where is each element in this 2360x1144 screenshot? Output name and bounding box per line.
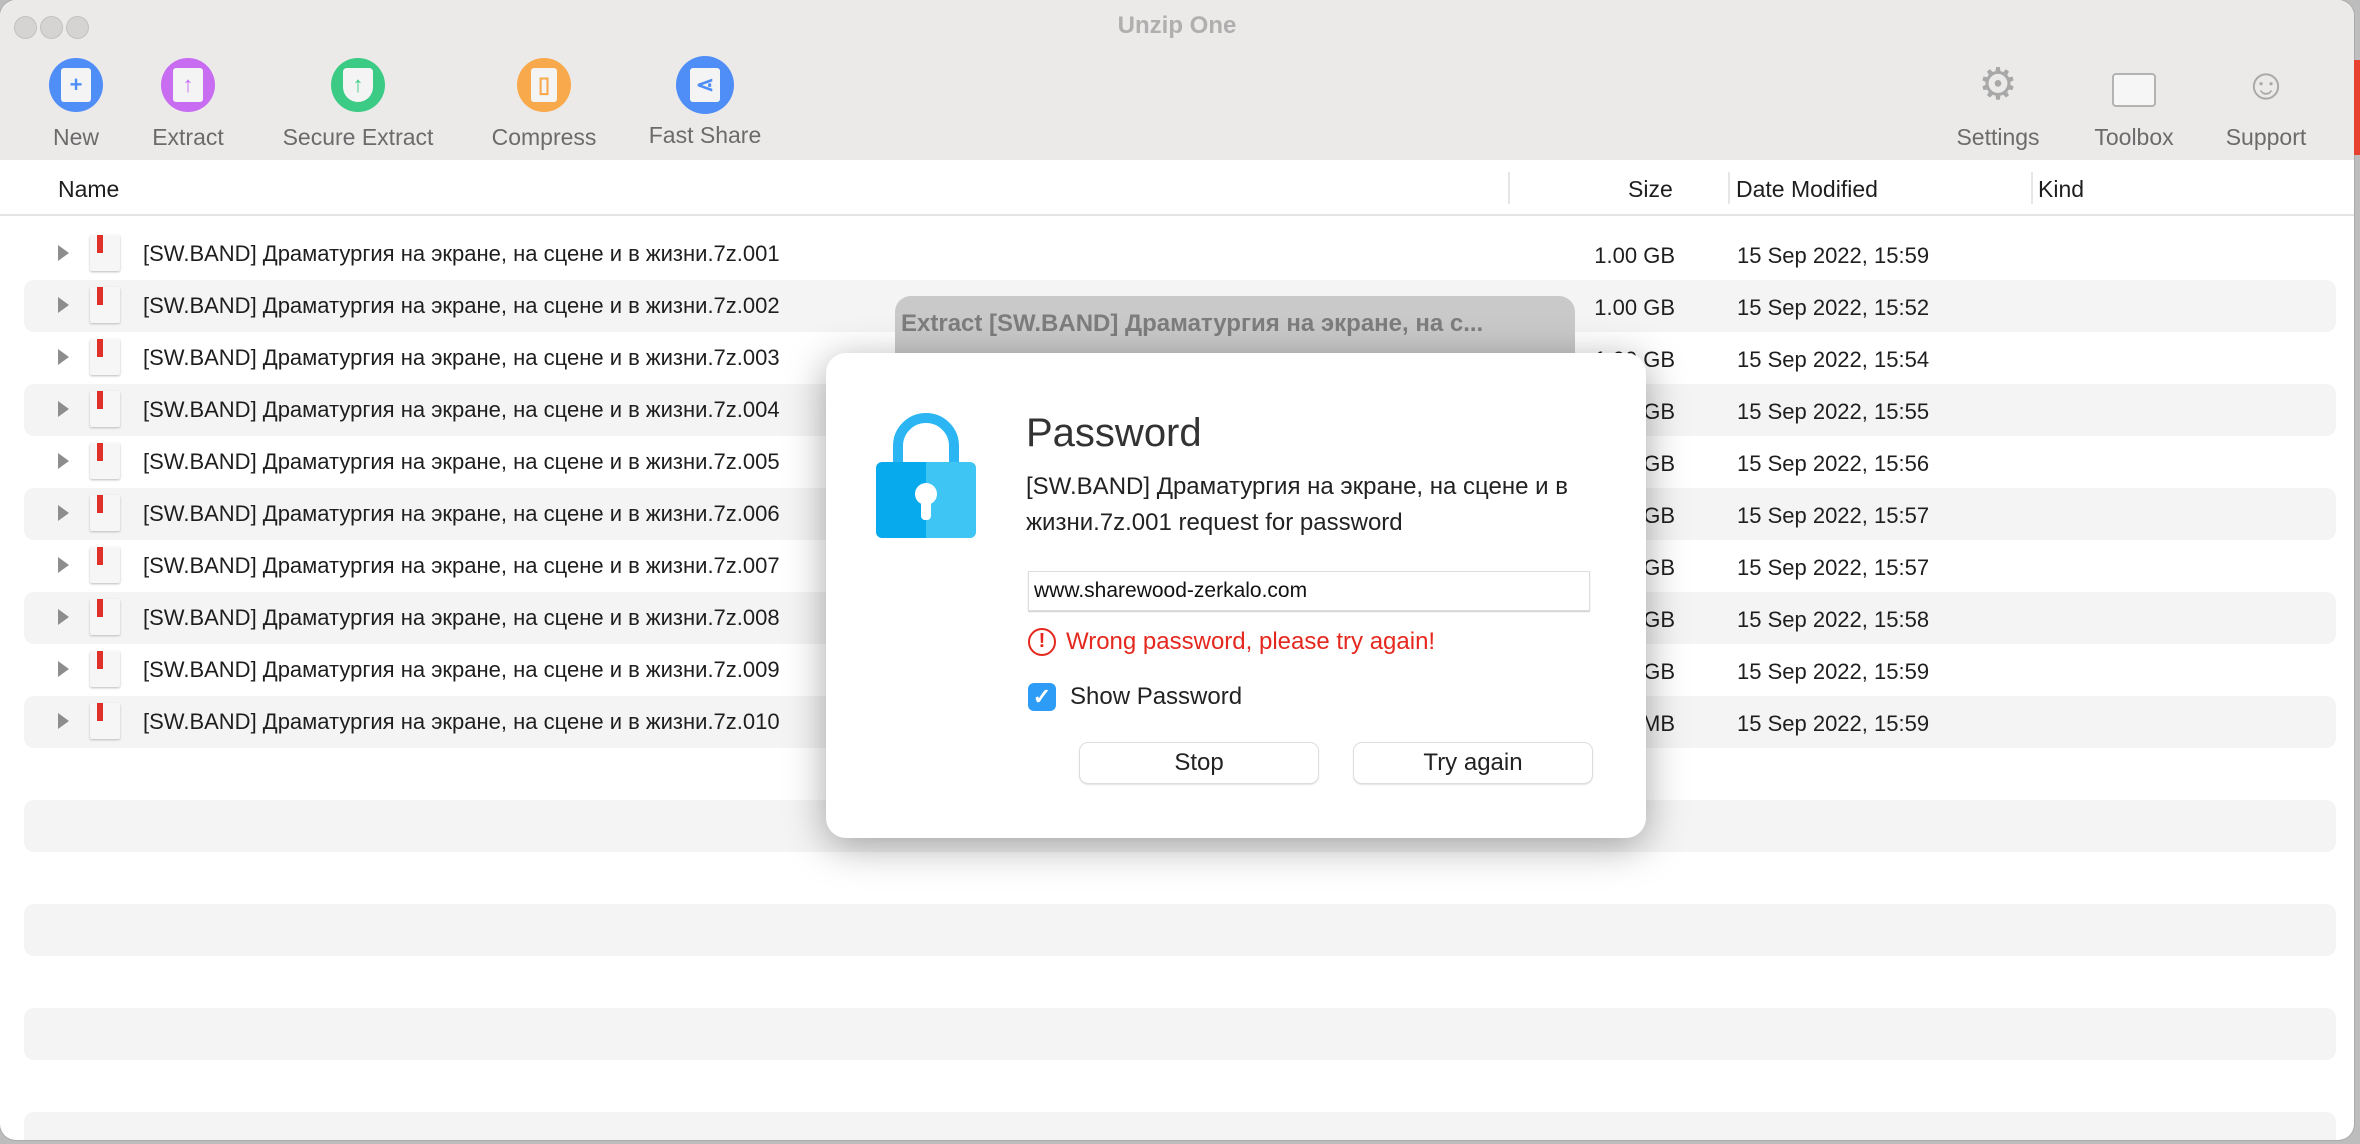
toolbox-button[interactable]: Toolbox	[2086, 58, 2182, 151]
fast-share-label: Fast Share	[648, 122, 762, 148]
file-date: 15 Sep 2022, 15:52	[1737, 295, 1930, 320]
file-date: 15 Sep 2022, 15:59	[1737, 659, 1930, 684]
compress-button[interactable]: ▯ Compress	[482, 58, 606, 151]
show-password-label: Show Password	[1070, 683, 1243, 710]
dialog-message: [SW.BAND] Драматургия на экране, на сцен…	[1026, 473, 1568, 536]
disclosure-triangle-icon[interactable]	[58, 297, 69, 313]
extract-button[interactable]: ↑ Extract	[140, 58, 236, 151]
new-button[interactable]: + New	[38, 58, 114, 151]
empty-row	[24, 956, 2336, 1008]
title-toolbar: Unzip One + New ↑ Extract ↑ Secure Extra…	[0, 0, 2354, 160]
file-name: [SW.BAND] Драматургия на экране, на сцен…	[143, 345, 780, 370]
file-name: [SW.BAND] Драматургия на экране, на сцен…	[143, 605, 780, 630]
file-date: 15 Sep 2022, 15:59	[1737, 711, 1930, 736]
compress-label: Compress	[491, 124, 597, 150]
file-date: 15 Sep 2022, 15:57	[1737, 503, 1930, 528]
file-name: [SW.BAND] Драматургия на экране, на сцен…	[143, 449, 780, 474]
zip-file-icon	[90, 547, 120, 583]
zip-file-icon	[90, 651, 120, 687]
file-date: 15 Sep 2022, 15:56	[1737, 451, 1930, 476]
zip-file-icon	[90, 391, 120, 427]
column-date-modified[interactable]: Date Modified	[1736, 176, 1878, 203]
error-message: ! Wrong password, please try again!	[1028, 628, 1435, 656]
disclosure-triangle-icon[interactable]	[58, 661, 69, 677]
file-date: 15 Sep 2022, 15:55	[1737, 399, 1930, 424]
dialog-title: Password	[1026, 411, 1202, 455]
support-label: Support	[2225, 124, 2307, 150]
file-size: 1.00 GB	[1594, 243, 1675, 268]
support-button[interactable]: ☺ Support	[2216, 58, 2316, 151]
extract-label: Extract	[152, 124, 224, 150]
file-name: [SW.BAND] Драматургия на экране, на сцен…	[143, 657, 780, 682]
fast-share-button[interactable]: ⋖ Fast Share	[640, 56, 770, 149]
zip-file-icon	[90, 287, 120, 323]
empty-row	[24, 852, 2336, 904]
settings-button[interactable]: ⚙ Settings	[1944, 58, 2052, 151]
file-row[interactable]: [SW.BAND] Драматургия на экране, на сцен…	[24, 228, 2336, 280]
file-name: [SW.BAND] Драматургия на экране, на сцен…	[143, 553, 780, 578]
fast-share-icon: ⋖	[676, 56, 734, 114]
column-divider[interactable]	[1728, 172, 1730, 204]
checkmark-icon[interactable]: ✓	[1028, 683, 1056, 711]
empty-row	[24, 1112, 2336, 1140]
stop-button[interactable]: Stop	[1080, 743, 1318, 783]
window-title: Unzip One	[1117, 12, 1237, 39]
file-date: 15 Sep 2022, 15:59	[1737, 243, 1930, 268]
file-name: [SW.BAND] Драматургия на экране, на сцен…	[143, 709, 780, 734]
zip-file-icon	[90, 339, 120, 375]
empty-row	[24, 904, 2336, 956]
show-password-checkbox[interactable]: ✓ Show Password	[1028, 683, 1242, 711]
file-name: [SW.BAND] Драматургия на экране, на сцен…	[143, 241, 780, 266]
try-again-button[interactable]: Try again	[1354, 743, 1592, 783]
error-alert-icon: !	[1028, 628, 1056, 656]
zip-file-icon	[90, 495, 120, 531]
new-label: New	[52, 124, 99, 150]
column-name[interactable]: Name	[58, 176, 119, 203]
disclosure-triangle-icon[interactable]	[58, 505, 69, 521]
column-header: Name Size Date Modified Kind	[0, 160, 2354, 216]
gear-icon: ⚙	[1978, 60, 2018, 109]
empty-row	[24, 1008, 2336, 1060]
file-size: 1.00 GB	[1594, 295, 1675, 320]
zip-file-icon	[90, 599, 120, 635]
lock-icon	[876, 413, 976, 538]
file-name: [SW.BAND] Драматургия на экране, на сцен…	[143, 501, 780, 526]
zip-file-icon	[90, 703, 120, 739]
empty-row	[24, 1060, 2336, 1112]
column-size[interactable]: Size	[1628, 176, 1673, 203]
column-divider[interactable]	[2031, 172, 2033, 204]
file-date: 15 Sep 2022, 15:54	[1737, 347, 1930, 372]
column-kind[interactable]: Kind	[2038, 176, 2084, 203]
secure-extract-shield-icon: ↑	[331, 58, 385, 112]
disclosure-triangle-icon[interactable]	[58, 609, 69, 625]
password-dialog: Password [SW.BAND] Драматургия на экране…	[826, 353, 1646, 838]
error-text: Wrong password, please try again!	[1066, 628, 1436, 655]
password-input[interactable]	[1028, 571, 1590, 611]
disclosure-triangle-icon[interactable]	[58, 557, 69, 573]
disclosure-triangle-icon[interactable]	[58, 453, 69, 469]
zip-file-icon	[90, 235, 120, 271]
file-date: 15 Sep 2022, 15:58	[1737, 607, 1930, 632]
disclosure-triangle-icon[interactable]	[58, 713, 69, 729]
support-headset-icon: ☺	[2243, 60, 2289, 109]
toolbox-label: Toolbox	[2094, 124, 2174, 150]
secure-extract-label: Secure Extract	[282, 124, 434, 150]
file-name: [SW.BAND] Драматургия на экране, на сцен…	[143, 397, 780, 422]
disclosure-triangle-icon[interactable]	[58, 349, 69, 365]
column-divider[interactable]	[1508, 172, 1510, 204]
disclosure-triangle-icon[interactable]	[58, 245, 69, 261]
zip-file-icon	[90, 443, 120, 479]
new-archive-icon: +	[49, 58, 103, 112]
toolbox-icon	[2107, 58, 2161, 112]
file-date: 15 Sep 2022, 15:57	[1737, 555, 1930, 580]
file-name: [SW.BAND] Драматургия на экране, на сцен…	[143, 293, 780, 318]
settings-label: Settings	[1956, 124, 2040, 150]
extract-icon: ↑	[161, 58, 215, 112]
compress-icon: ▯	[517, 58, 571, 112]
background-window-edge	[2354, 60, 2360, 155]
secure-extract-button[interactable]: ↑ Secure Extract	[268, 58, 448, 151]
disclosure-triangle-icon[interactable]	[58, 401, 69, 417]
